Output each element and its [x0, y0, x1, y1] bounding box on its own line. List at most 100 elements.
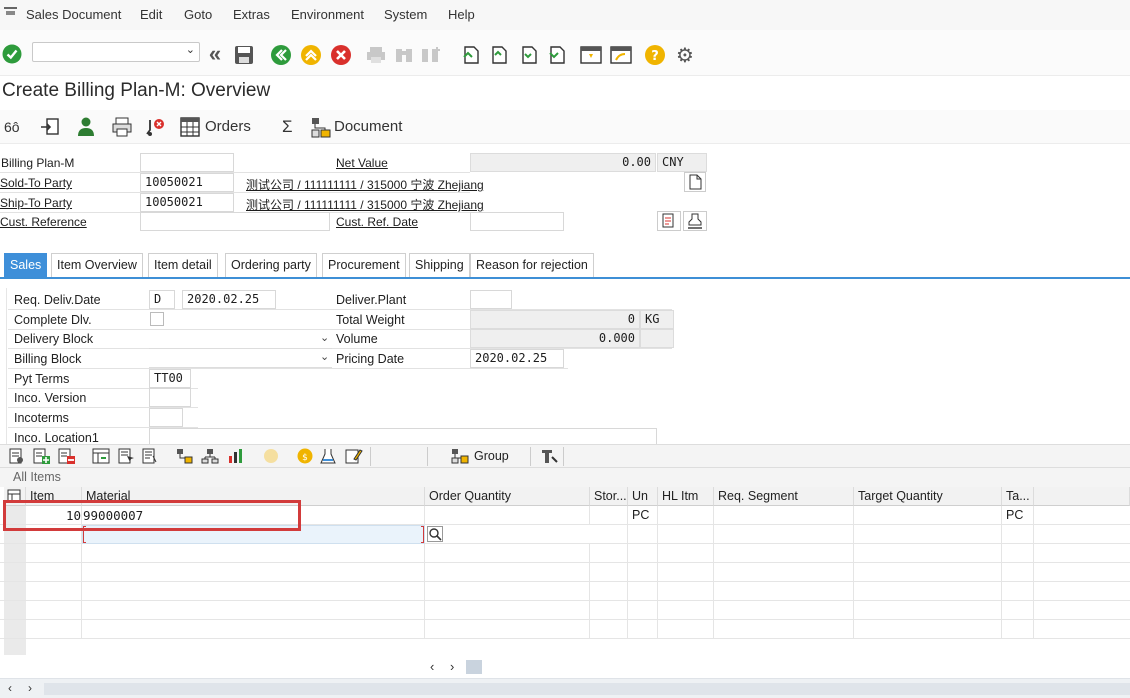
scroll-right-icon[interactable]: ›	[450, 659, 454, 674]
sold-to-party-field[interactable]: 10050021	[140, 173, 234, 192]
help-icon[interactable]: ?	[644, 44, 666, 66]
target-unit-cell[interactable]	[1002, 544, 1034, 563]
stamp-icon[interactable]	[683, 211, 707, 231]
business-partner-icon[interactable]	[76, 116, 96, 138]
storage-cell[interactable]	[590, 544, 628, 563]
unit-cell[interactable]	[628, 563, 658, 582]
next-page-icon[interactable]	[518, 45, 538, 65]
command-field[interactable]: ⌄	[32, 42, 200, 62]
previous-page-icon[interactable]	[488, 45, 508, 65]
last-page-icon[interactable]	[546, 45, 566, 65]
pricing-date-field[interactable]: 2020.02.25	[470, 349, 564, 368]
unit-cell[interactable]: PC	[628, 506, 658, 525]
unit-cell[interactable]	[628, 582, 658, 601]
select-all-icon[interactable]	[118, 448, 136, 464]
material-cell[interactable]	[82, 563, 425, 582]
table-settings-icon[interactable]	[92, 448, 110, 464]
settings-gear-icon[interactable]: ⚙	[674, 44, 696, 67]
req-segment-cell[interactable]	[714, 525, 854, 544]
target-quantity-cell[interactable]	[854, 544, 1002, 563]
deselect-all-icon[interactable]	[142, 448, 160, 464]
order-quantity-cell[interactable]	[425, 620, 590, 639]
tab-item-overview[interactable]: Item Overview	[51, 253, 143, 277]
req-deliv-date-field[interactable]: 2020.02.25	[182, 290, 276, 309]
req-segment-cell[interactable]	[714, 544, 854, 563]
status-left-arrow-icon[interactable]: ‹	[8, 681, 12, 695]
sigma-icon[interactable]: Σ	[282, 117, 293, 137]
edit-text-icon[interactable]	[345, 448, 363, 464]
inco-version-field[interactable]	[149, 388, 191, 407]
tab-ordering-party[interactable]: Ordering party	[225, 253, 317, 277]
req-segment-cell[interactable]	[714, 506, 854, 525]
menu-extras[interactable]: Extras	[233, 7, 270, 22]
chevron-down-icon[interactable]: ⌄	[320, 331, 329, 344]
target-unit-cell[interactable]	[1002, 525, 1034, 544]
messages-error-icon[interactable]	[144, 116, 166, 138]
material-cell[interactable]	[82, 544, 425, 563]
coin-icon[interactable]: $	[296, 448, 314, 464]
value-help-search-icon[interactable]	[427, 526, 443, 542]
item-cell[interactable]	[26, 601, 82, 620]
target-quantity-cell[interactable]	[854, 525, 1002, 544]
column-header-req-segment[interactable]: Req. Segment	[714, 487, 854, 506]
configuration-icon[interactable]	[176, 448, 194, 464]
availability-chart-icon[interactable]	[227, 448, 245, 464]
cust-reference-label[interactable]: Cust. Reference	[0, 215, 87, 229]
column-header-storage[interactable]: Stor...	[590, 487, 628, 506]
hl-item-cell[interactable]	[658, 582, 714, 601]
add-row-icon[interactable]	[33, 448, 51, 464]
table-row[interactable]	[0, 544, 1130, 563]
material-cell[interactable]	[82, 601, 425, 620]
document-flow-icon[interactable]	[310, 116, 332, 138]
tab-shipping[interactable]: Shipping	[409, 253, 470, 277]
storage-cell[interactable]	[590, 525, 628, 544]
req-segment-cell[interactable]	[714, 620, 854, 639]
hl-item-cell[interactable]	[658, 544, 714, 563]
menu-goto[interactable]: Goto	[184, 7, 212, 22]
item-cell[interactable]	[26, 620, 82, 639]
cust-ref-date-label[interactable]: Cust. Ref. Date	[336, 215, 418, 229]
column-header-unit[interactable]: Un	[628, 487, 658, 506]
target-quantity-cell[interactable]	[854, 601, 1002, 620]
table-row[interactable]	[0, 582, 1130, 601]
deliver-plant-field[interactable]	[470, 290, 512, 309]
generate-shortcut-icon[interactable]	[610, 45, 632, 65]
header-import-icon[interactable]	[40, 117, 60, 137]
delete-row-icon[interactable]	[58, 448, 76, 464]
target-unit-cell[interactable]: PC	[1002, 506, 1034, 525]
target-unit-cell[interactable]	[1002, 601, 1034, 620]
menu-sales-document[interactable]: Sales Document	[26, 7, 121, 22]
document-button[interactable]: Document	[334, 118, 402, 135]
complete-dlv-checkbox[interactable]	[150, 312, 164, 326]
enter-check-icon[interactable]	[2, 44, 22, 64]
column-header-target-quantity[interactable]: Target Quantity	[854, 487, 1002, 506]
flask-icon[interactable]	[319, 448, 337, 464]
unit-cell[interactable]	[628, 601, 658, 620]
target-unit-cell[interactable]	[1002, 563, 1034, 582]
ship-to-party-label[interactable]: Ship-To Party	[0, 196, 72, 210]
table-row[interactable]	[0, 620, 1130, 639]
target-unit-cell[interactable]	[1002, 620, 1034, 639]
group-icon[interactable]	[450, 448, 470, 464]
column-header-order-quantity[interactable]: Order Quantity	[425, 487, 590, 506]
app-menu-icon[interactable]	[4, 5, 18, 17]
item-cell[interactable]	[26, 582, 82, 601]
storage-cell[interactable]	[590, 601, 628, 620]
target-quantity-cell[interactable]	[854, 563, 1002, 582]
item-detail-icon[interactable]	[8, 448, 24, 464]
chevron-down-icon[interactable]: ⌄	[320, 350, 329, 363]
hl-item-cell[interactable]	[658, 563, 714, 582]
req-segment-cell[interactable]	[714, 582, 854, 601]
unit-cell[interactable]	[628, 544, 658, 563]
order-quantity-cell[interactable]	[425, 563, 590, 582]
order-quantity-cell[interactable]	[425, 601, 590, 620]
scroll-left-icon[interactable]: ‹	[430, 659, 434, 674]
menu-system[interactable]: System	[384, 7, 427, 22]
chevron-down-icon[interactable]: ⌄	[186, 43, 195, 56]
req-segment-cell[interactable]	[714, 563, 854, 582]
first-page-icon[interactable]	[460, 45, 480, 65]
column-header-target-unit[interactable]: Ta...	[1002, 487, 1034, 506]
pyt-terms-field[interactable]: TT00	[149, 369, 191, 388]
orders-grid-icon[interactable]	[180, 117, 200, 137]
tab-sales[interactable]: Sales	[4, 253, 48, 277]
